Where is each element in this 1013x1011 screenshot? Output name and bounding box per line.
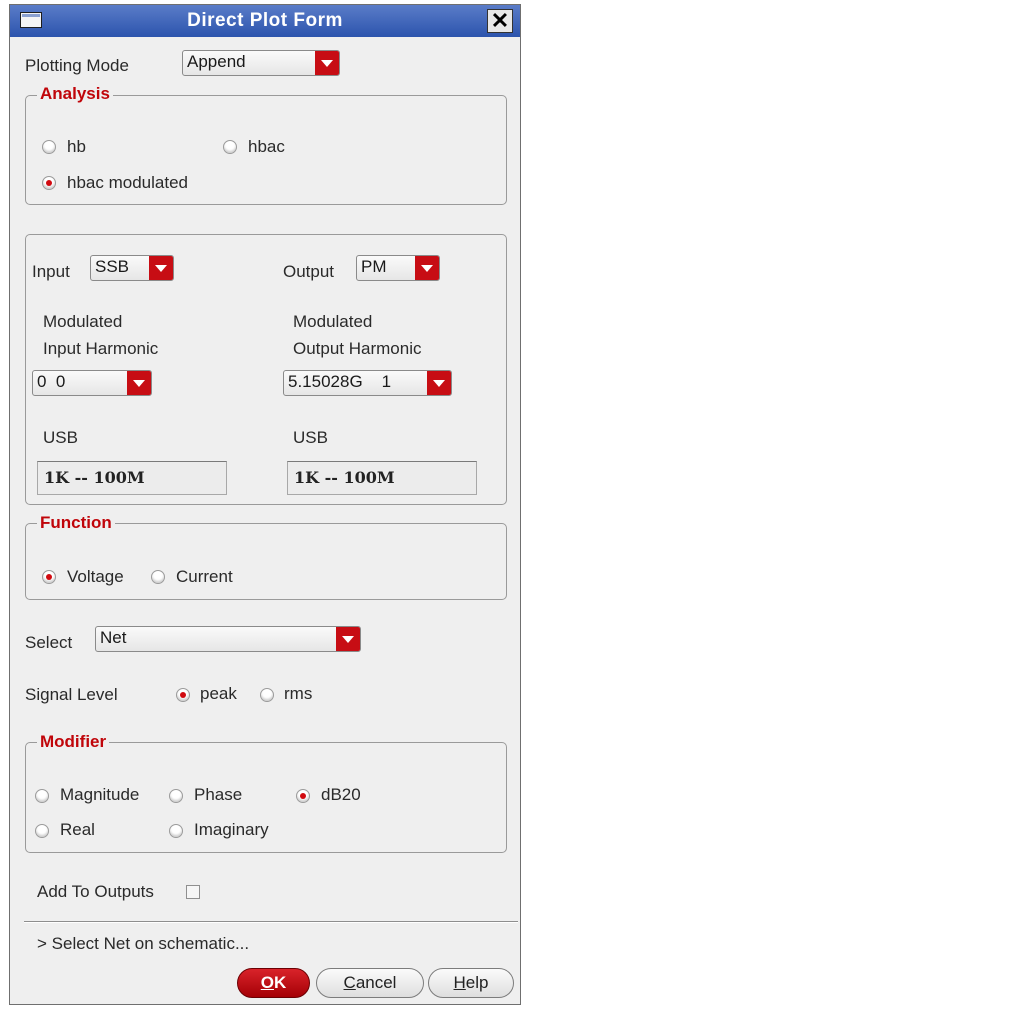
output-dropdown[interactable]: PM xyxy=(356,255,440,281)
add-to-outputs-checkbox[interactable] xyxy=(186,885,200,899)
radio-magnitude[interactable] xyxy=(35,789,49,803)
radio-magnitude-label: Magnitude xyxy=(60,785,140,804)
title-bar[interactable]: Direct Plot Form ✕ xyxy=(10,5,520,37)
plotting-mode-label: Plotting Mode xyxy=(25,56,129,75)
help-label-rest: elp xyxy=(465,973,489,992)
divider xyxy=(24,921,518,923)
radio-hbac-modulated-label: hbac modulated xyxy=(67,173,188,192)
chevron-down-icon xyxy=(336,627,360,651)
chevron-down-icon xyxy=(427,371,451,395)
help-mnemonic: H xyxy=(453,973,466,992)
output-harmonic-label-line1: Modulated xyxy=(293,312,373,331)
input-harmonic-value: 0 0 xyxy=(37,372,66,391)
input-harmonic-label-line2: Input Harmonic xyxy=(43,339,159,358)
cancel-button[interactable]: Cancel xyxy=(316,968,424,998)
radio-hbac[interactable] xyxy=(223,140,237,154)
radio-current-label: Current xyxy=(176,567,233,586)
radio-phase[interactable] xyxy=(169,789,183,803)
radio-imaginary-label: Imaginary xyxy=(194,820,269,839)
ok-button[interactable]: OK xyxy=(237,968,310,998)
add-to-outputs-label: Add To Outputs xyxy=(37,882,154,901)
select-dropdown[interactable]: Net xyxy=(95,626,361,652)
output-harmonic-value: 5.15028G 1 xyxy=(288,372,392,391)
radio-current[interactable] xyxy=(151,570,165,584)
signal-level-label: Signal Level xyxy=(25,685,118,704)
output-range-value: 1K -- 100M xyxy=(294,468,395,487)
radio-hbac-label: hbac xyxy=(248,137,285,156)
chevron-down-icon xyxy=(127,371,151,395)
cancel-mnemonic: C xyxy=(343,973,356,992)
window-title: Direct Plot Form xyxy=(187,10,343,31)
input-harmonic-label-line1: Modulated xyxy=(43,312,123,331)
chevron-down-icon xyxy=(315,51,339,75)
function-group-title: Function xyxy=(37,513,115,533)
input-dropdown[interactable]: SSB xyxy=(90,255,174,281)
radio-voltage-label: Voltage xyxy=(67,567,124,586)
radio-real[interactable] xyxy=(35,824,49,838)
input-usb-label: USB xyxy=(43,428,78,447)
modifier-group-title: Modifier xyxy=(37,732,110,752)
input-harmonic-dropdown[interactable]: 0 0 xyxy=(32,370,152,396)
output-range-field: 1K -- 100M xyxy=(287,461,477,495)
ok-label-rest: K xyxy=(273,973,287,992)
radio-hb-label: hb xyxy=(67,137,86,156)
radio-rms-label: rms xyxy=(284,684,313,703)
radio-db20-label: dB20 xyxy=(321,785,361,804)
input-value: SSB xyxy=(95,257,130,276)
radio-hbac-modulated[interactable] xyxy=(42,176,56,190)
radio-hb[interactable] xyxy=(42,140,56,154)
radio-peak-label: peak xyxy=(200,684,237,703)
radio-rms[interactable] xyxy=(260,688,274,702)
output-harmonic-dropdown[interactable]: 5.15028G 1 xyxy=(283,370,452,396)
select-value: Net xyxy=(100,628,127,647)
select-label: Select xyxy=(25,633,73,652)
radio-phase-label: Phase xyxy=(194,785,243,804)
radio-voltage[interactable] xyxy=(42,570,56,584)
input-range-field: 1K -- 100M xyxy=(37,461,227,495)
function-group xyxy=(25,523,507,600)
cancel-label-rest: ancel xyxy=(355,973,397,992)
chevron-down-icon xyxy=(149,256,173,280)
output-usb-label: USB xyxy=(293,428,328,447)
chevron-down-icon xyxy=(415,256,439,280)
output-harmonic-label-line2: Output Harmonic xyxy=(293,339,422,358)
plotting-mode-dropdown[interactable]: Append xyxy=(182,50,340,76)
status-message: > Select Net on schematic... xyxy=(37,934,250,953)
radio-real-label: Real xyxy=(60,820,95,839)
radio-peak[interactable] xyxy=(176,688,190,702)
close-icon: ✕ xyxy=(490,8,510,33)
input-label: Input xyxy=(32,262,70,281)
analysis-group-title: Analysis xyxy=(37,84,113,104)
ok-mnemonic: O xyxy=(260,973,274,992)
input-range-value: 1K -- 100M xyxy=(44,468,145,487)
radio-imaginary[interactable] xyxy=(169,824,183,838)
direct-plot-form-window: Direct Plot Form ✕ Plotting Mode Append … xyxy=(9,4,521,1005)
plotting-mode-value: Append xyxy=(187,52,246,71)
close-button[interactable]: ✕ xyxy=(487,9,513,33)
output-value: PM xyxy=(361,257,387,276)
output-label: Output xyxy=(283,262,335,281)
help-button[interactable]: Help xyxy=(428,968,514,998)
radio-db20[interactable] xyxy=(296,789,310,803)
